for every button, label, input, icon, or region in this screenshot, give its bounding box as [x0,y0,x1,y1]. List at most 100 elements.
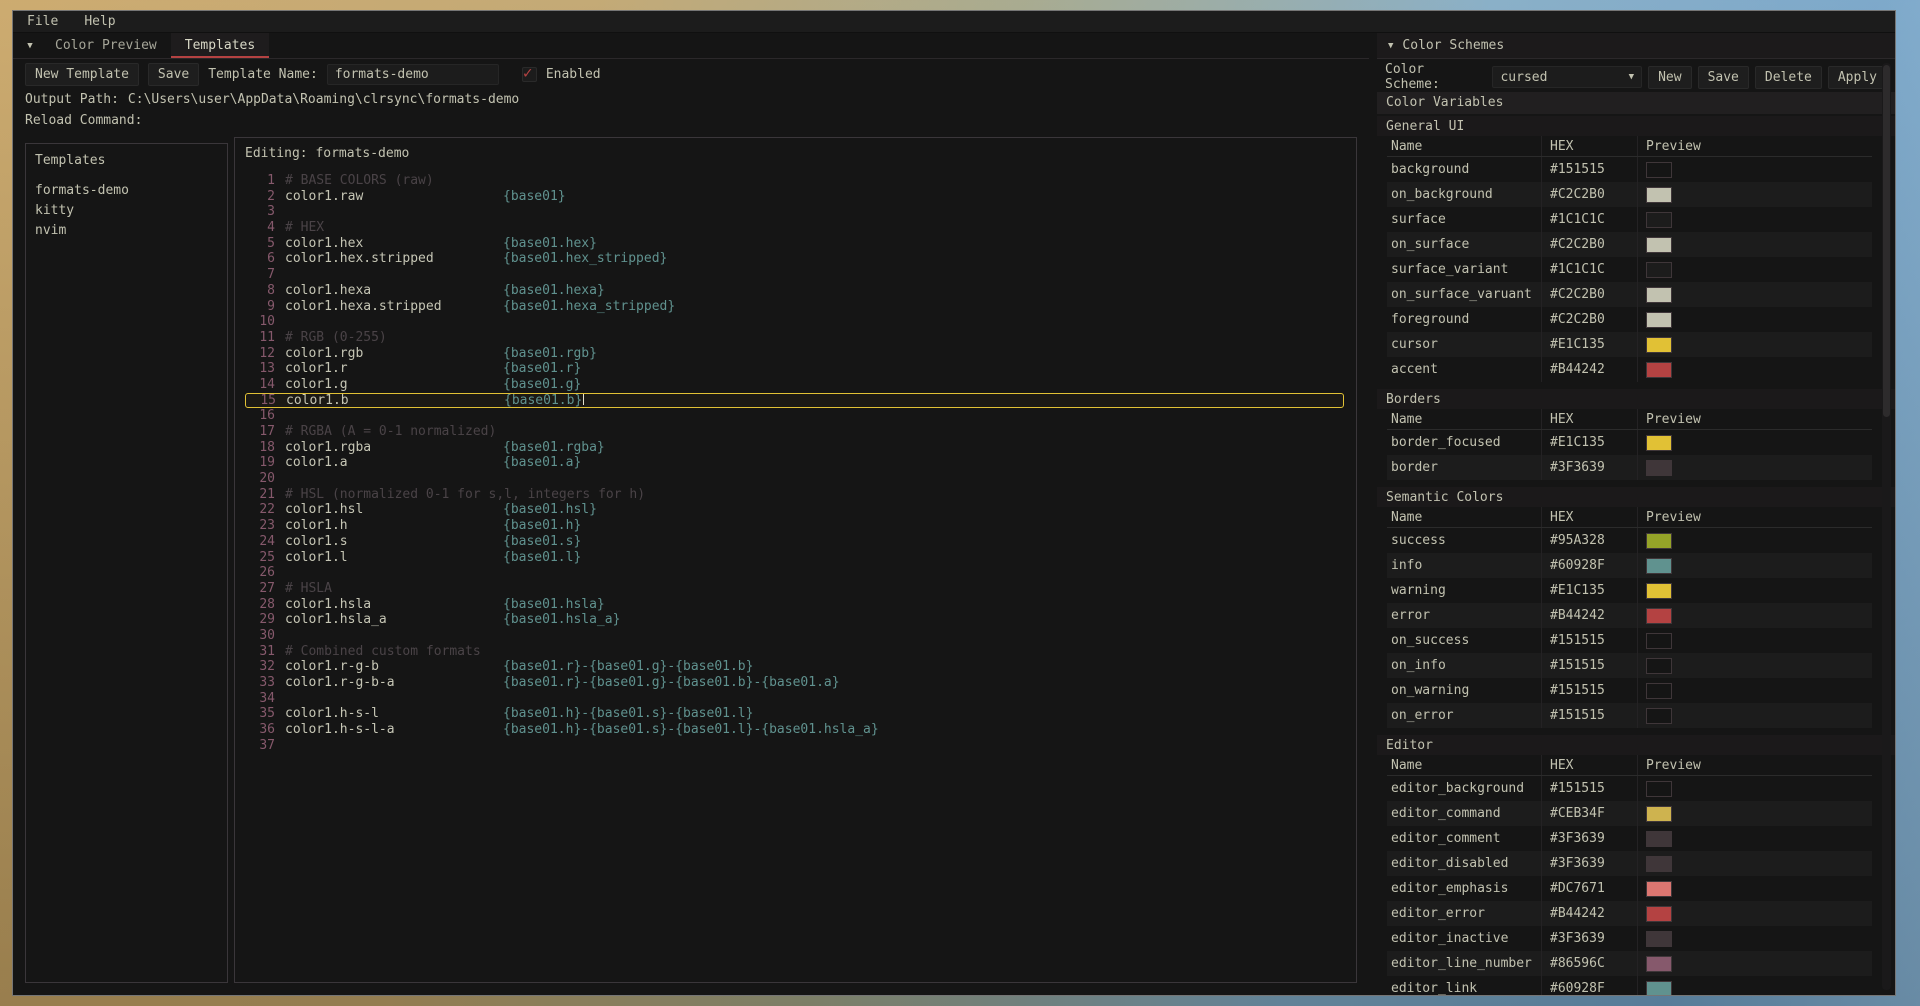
output-path-value[interactable]: C:\Users\user\AppData\Roaming\clrsync\fo… [128,92,519,107]
code-line-8[interactable]: 8color1.hexa{base01.hexa} [245,283,1352,299]
color-row-info[interactable]: info#60928F [1387,553,1872,578]
color-row-warning[interactable]: warning#E1C135 [1387,578,1872,603]
code-line-23[interactable]: 23color1.h{base01.h} [245,518,1352,534]
apply-scheme-button[interactable]: Apply [1828,66,1887,89]
code-line-5[interactable]: 5color1.hex{base01.hex} [245,236,1352,252]
color-row-surface[interactable]: surface#1C1C1C [1387,207,1872,232]
color-swatch[interactable] [1646,931,1672,947]
color-swatch[interactable] [1646,608,1672,624]
new-template-button[interactable]: New Template [25,63,139,86]
color-swatch[interactable] [1646,881,1672,897]
code-line-6[interactable]: 6color1.hex.stripped{base01.hex_stripped… [245,251,1352,267]
menu-file[interactable]: File [27,14,58,29]
color-swatch[interactable] [1646,287,1672,303]
color-swatch[interactable] [1646,831,1672,847]
code-line-1[interactable]: 1# BASE COLORS (raw) [245,173,1352,189]
delete-scheme-button[interactable]: Delete [1755,66,1822,89]
code-line-29[interactable]: 29color1.hsla_a{base01.hsla_a} [245,612,1352,628]
color-swatch[interactable] [1646,337,1672,353]
collapse-arrow-icon[interactable]: ▼ [1388,41,1393,51]
color-swatch[interactable] [1646,658,1672,674]
color-scheme-select[interactable]: cursed ▼ [1492,66,1642,88]
color-row-error[interactable]: error#B44242 [1387,603,1872,628]
color-swatch[interactable] [1646,781,1672,797]
color-row-on_info[interactable]: on_info#151515 [1387,653,1872,678]
code-line-2[interactable]: 2color1.raw{base01} [245,189,1352,205]
code-line-24[interactable]: 24color1.s{base01.s} [245,534,1352,550]
color-swatch[interactable] [1646,533,1672,549]
code-line-10[interactable]: 10 [245,314,1352,330]
template-name-input[interactable]: formats-demo [327,64,499,85]
tab-color-preview[interactable]: Color Preview [41,33,171,58]
enabled-checkbox[interactable]: ✓ [522,67,537,82]
template-list-item-nvim[interactable]: nvim [35,221,218,241]
color-variables-header[interactable]: Color Variables [1377,92,1895,114]
code-line-12[interactable]: 12color1.rgb{base01.rgb} [245,346,1352,362]
code-line-17[interactable]: 17# RGBA (A = 0-1 normalized) [245,424,1352,440]
code-line-33[interactable]: 33color1.r-g-b-a{base01.r}-{base01.g}-{b… [245,675,1352,691]
color-row-editor_comment[interactable]: editor_comment#3F3639 [1387,826,1872,851]
color-row-accent[interactable]: accent#B44242 [1387,357,1872,382]
color-swatch[interactable] [1646,683,1672,699]
color-row-editor_line_number[interactable]: editor_line_number#86596C [1387,951,1872,976]
color-swatch[interactable] [1646,162,1672,178]
section-header-semantic-colors[interactable]: Semantic Colors [1377,487,1895,507]
color-row-editor_inactive[interactable]: editor_inactive#3F3639 [1387,926,1872,951]
code-line-28[interactable]: 28color1.hsla{base01.hsla} [245,597,1352,613]
color-row-foreground[interactable]: foreground#C2C2B0 [1387,307,1872,332]
template-list-item-formats-demo[interactable]: formats-demo [35,181,218,201]
code-line-22[interactable]: 22color1.hsl{base01.hsl} [245,502,1352,518]
code-line-15[interactable]: 15color1.b{base01.b} [245,393,1344,409]
color-row-editor_background[interactable]: editor_background#151515 [1387,776,1872,801]
color-row-background[interactable]: background#151515 [1387,157,1872,182]
code-line-3[interactable]: 3 [245,204,1352,220]
color-swatch[interactable] [1646,187,1672,203]
code-line-20[interactable]: 20 [245,471,1352,487]
code-line-13[interactable]: 13color1.r{base01.r} [245,361,1352,377]
code-line-19[interactable]: 19color1.a{base01.a} [245,455,1352,471]
collapse-arrow-icon[interactable]: ▼ [19,33,41,58]
template-list-item-kitty[interactable]: kitty [35,201,218,221]
code-line-11[interactable]: 11# RGB (0-255) [245,330,1352,346]
color-swatch[interactable] [1646,956,1672,972]
section-header-general-ui[interactable]: General UI [1377,116,1895,136]
color-row-border_focused[interactable]: border_focused#E1C135 [1387,430,1872,455]
color-swatch[interactable] [1646,981,1672,996]
code-line-4[interactable]: 4# HEX [245,220,1352,236]
code-line-36[interactable]: 36color1.h-s-l-a{base01.h}-{base01.s}-{b… [245,722,1352,738]
color-swatch[interactable] [1646,583,1672,599]
color-swatch[interactable] [1646,237,1672,253]
code-line-9[interactable]: 9color1.hexa.stripped{base01.hexa_stripp… [245,299,1352,315]
color-row-on_surface_varuant[interactable]: on_surface_varuant#C2C2B0 [1387,282,1872,307]
scrollbar-thumb[interactable] [1883,65,1890,417]
vertical-scrollbar[interactable] [1882,63,1891,990]
code-line-35[interactable]: 35color1.h-s-l{base01.h}-{base01.s}-{bas… [245,706,1352,722]
code-line-27[interactable]: 27# HSLA [245,581,1352,597]
tab-templates[interactable]: Templates [171,33,269,58]
color-swatch[interactable] [1646,460,1672,476]
color-row-editor_error[interactable]: editor_error#B44242 [1387,901,1872,926]
color-swatch[interactable] [1646,906,1672,922]
code-line-30[interactable]: 30 [245,628,1352,644]
color-row-on_warning[interactable]: on_warning#151515 [1387,678,1872,703]
code-line-7[interactable]: 7 [245,267,1352,283]
new-scheme-button[interactable]: New [1648,66,1691,89]
template-editor-textarea[interactable]: 1# BASE COLORS (raw)2color1.raw{base01}3… [245,173,1352,974]
section-header-borders[interactable]: Borders [1377,389,1895,409]
color-swatch[interactable] [1646,558,1672,574]
color-row-on_surface[interactable]: on_surface#C2C2B0 [1387,232,1872,257]
code-line-16[interactable]: 16 [245,408,1352,424]
menu-help[interactable]: Help [84,14,115,29]
color-swatch[interactable] [1646,362,1672,378]
section-header-editor[interactable]: Editor [1377,735,1895,755]
color-row-success[interactable]: success#95A328 [1387,528,1872,553]
color-row-editor_emphasis[interactable]: editor_emphasis#DC7671 [1387,876,1872,901]
code-line-32[interactable]: 32color1.r-g-b{base01.r}-{base01.g}-{bas… [245,659,1352,675]
color-swatch[interactable] [1646,212,1672,228]
color-row-border[interactable]: border#3F3639 [1387,455,1872,480]
color-swatch[interactable] [1646,806,1672,822]
code-line-37[interactable]: 37 [245,738,1352,754]
color-swatch[interactable] [1646,435,1672,451]
save-scheme-button[interactable]: Save [1698,66,1749,89]
code-line-26[interactable]: 26 [245,565,1352,581]
